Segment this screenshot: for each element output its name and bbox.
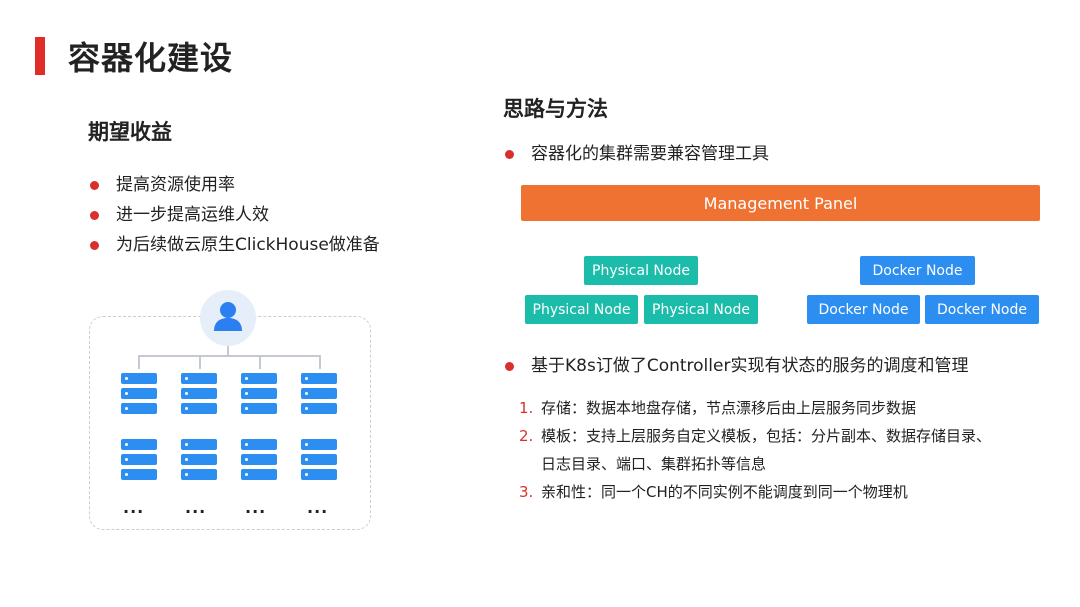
list-item: 1. 存储：数据本地盘存储，节点漂移后由上层服务同步数据 (519, 399, 917, 417)
server-rack-icon (241, 373, 277, 418)
tree-connector (138, 355, 140, 369)
more-ellipsis: ... (307, 498, 329, 517)
bullet-dot-icon (90, 241, 99, 250)
list-item: 为后续做云原生ClickHouse做准备 (88, 230, 380, 260)
server-rack-icon (181, 439, 217, 484)
benefits-list: 提高资源使用率 进一步提高运维人效 为后续做云原生ClickHouse做准备 (88, 170, 380, 260)
tree-connector (259, 355, 261, 369)
server-rack-icon (241, 439, 277, 484)
management-panel-box: Management Panel (521, 185, 1040, 221)
server-rack-icon (121, 373, 157, 418)
physical-node-box: Physical Node (584, 256, 698, 285)
user-avatar-icon (200, 290, 256, 346)
docker-node-box: Docker Node (807, 295, 920, 324)
controller-features-list: 1. 存储：数据本地盘存储，节点漂移后由上层服务同步数据 2. 模板：支持上层服务自… (519, 394, 991, 506)
approach-heading: 思路与方法 (503, 97, 608, 121)
server-rack-icon (301, 373, 337, 418)
list-item: 基于K8s订做了Controller实现有状态的服务的调度和管理 (503, 354, 968, 378)
more-ellipsis: ... (245, 498, 267, 517)
physical-node-box: Physical Node (644, 295, 758, 324)
bullet-dot-icon (90, 181, 99, 190)
expected-benefits-heading: 期望收益 (88, 120, 172, 144)
server-rack-icon (301, 439, 337, 484)
list-item: 进一步提高运维人效 (88, 200, 380, 230)
bullet-dot-icon (505, 150, 514, 159)
list-item: 3. 亲和性：同一个CH的不同实例不能调度到同一个物理机 (519, 483, 908, 501)
page-title: 容器化建设 (68, 39, 234, 77)
tree-connector (319, 355, 321, 369)
physical-node-box: Physical Node (525, 295, 638, 324)
more-ellipsis: ... (123, 498, 145, 517)
title-accent-bar (35, 37, 45, 75)
more-ellipsis: ... (185, 498, 207, 517)
list-item: 2. 模板：支持上层服务自定义模板，包括：分片副本、数据存储目录、 日志目录、端口、… (519, 427, 992, 473)
tree-connector (227, 346, 229, 355)
list-item: 提高资源使用率 (88, 170, 380, 200)
tree-connector (138, 355, 319, 357)
list-item: 容器化的集群需要兼容管理工具 (503, 142, 769, 166)
bullet-dot-icon (90, 211, 99, 220)
tree-connector (199, 355, 201, 369)
docker-node-box: Docker Node (925, 295, 1039, 324)
docker-node-box: Docker Node (860, 256, 975, 285)
bullet-dot-icon (505, 362, 514, 371)
server-rack-icon (121, 439, 157, 484)
server-rack-icon (181, 373, 217, 418)
